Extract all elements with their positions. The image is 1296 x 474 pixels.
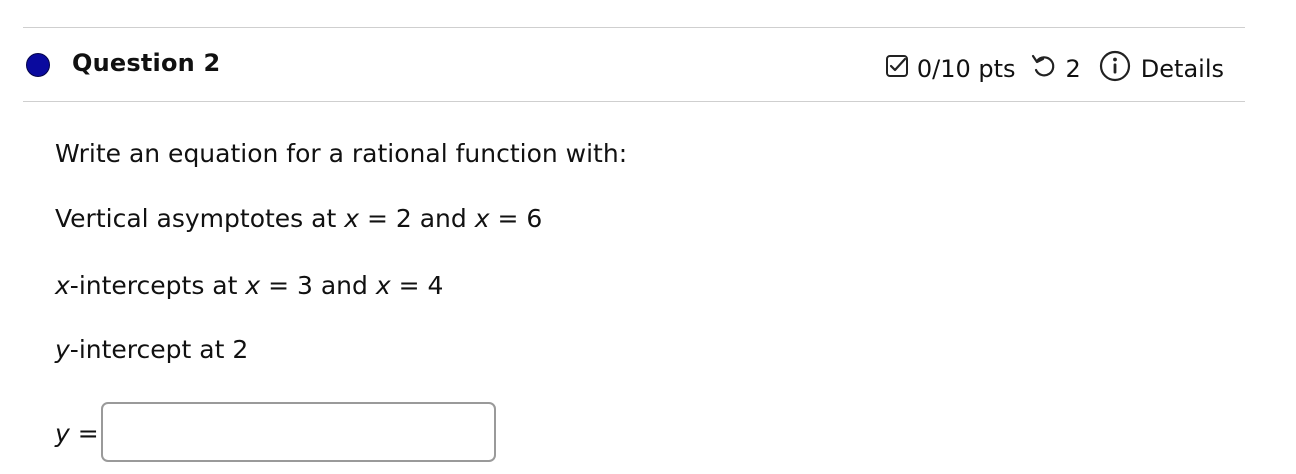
yi-text: -intercept at 2 [69, 335, 249, 364]
xi-eq-2: = 4 [390, 271, 444, 300]
header-divider [23, 101, 1245, 102]
answer-equals: = [69, 419, 99, 448]
va-var-2: x [474, 204, 490, 233]
va-var-1: x [344, 204, 360, 233]
retry-icon [1030, 53, 1058, 85]
vertical-asymptotes-line: Vertical asymptotes at x = 2 and x = 6 [55, 204, 542, 233]
details-link[interactable]: Details [1141, 55, 1224, 83]
info-icon[interactable] [1099, 50, 1131, 88]
xi-text: -intercepts at [69, 271, 246, 300]
prompt-intro: Write an equation for a rational functio… [55, 139, 628, 168]
question-title: Question 2 [72, 49, 221, 77]
xi-var-0: x [55, 271, 70, 300]
question-header: Question 2 0/10 pts 2 Details [0, 28, 1296, 101]
va-eq-2: = 6 [489, 204, 543, 233]
xi-var-1: x [245, 271, 261, 300]
points-score: 0/10 pts [916, 55, 1016, 83]
va-text: Vertical asymptotes at [55, 204, 345, 233]
answer-label: y = [55, 419, 99, 448]
xi-eq-1: = 3 and [260, 271, 376, 300]
y-intercept-line: y-intercept at 2 [55, 335, 248, 364]
va-eq-1: = 2 and [359, 204, 475, 233]
status-dot-icon [26, 53, 50, 77]
attempts-count: 2 [1065, 55, 1081, 83]
answer-input[interactable] [101, 402, 496, 462]
answer-var: y [55, 419, 70, 448]
checkbox-icon [885, 54, 909, 84]
yi-var-0: y [55, 335, 70, 364]
question-meta: 0/10 pts 2 Details [885, 50, 1224, 88]
x-intercepts-line: x-intercepts at x = 3 and x = 4 [55, 271, 443, 300]
xi-var-2: x [375, 271, 391, 300]
